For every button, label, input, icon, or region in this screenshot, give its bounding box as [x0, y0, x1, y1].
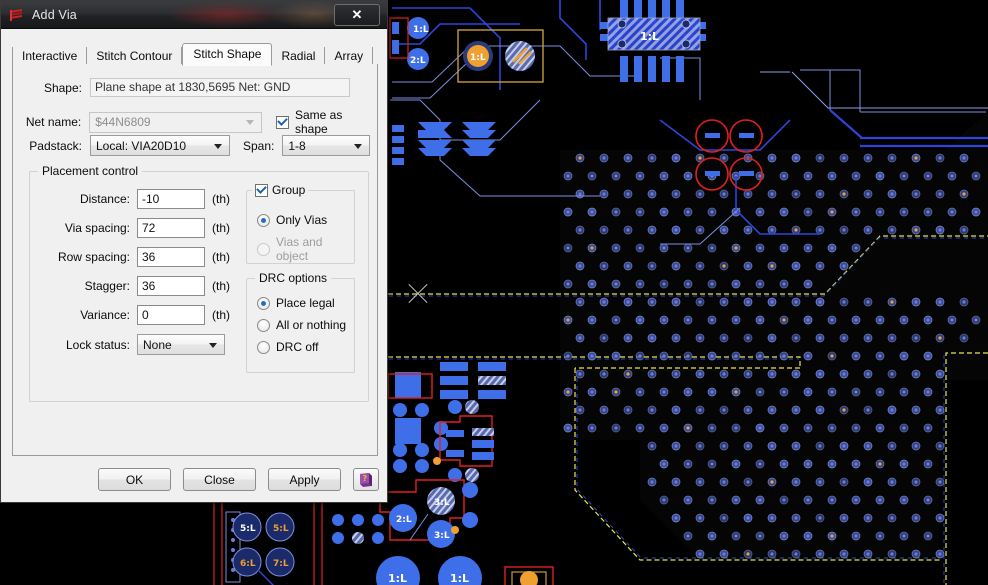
net-name-value: $44N6809 [95, 115, 150, 129]
svg-text:7:L: 7:L [273, 559, 289, 569]
padstack-value: Local: VIA20D10 [96, 139, 186, 153]
variance-input[interactable] [137, 305, 205, 325]
help-book-icon: ? [357, 471, 375, 489]
dialog-body: Interactive Stitch Contour Stitch Shape … [1, 29, 387, 502]
titlebar-glow [166, 1, 286, 28]
distance-input[interactable] [137, 189, 205, 209]
lock-status-combo[interactable]: None [137, 334, 225, 355]
lock-status-value: None [143, 338, 172, 352]
shape-label: Shape: [22, 81, 82, 95]
place-legal-label: Place legal [276, 296, 335, 310]
all-or-nothing-radio[interactable] [257, 319, 270, 332]
svg-text:1:L: 1:L [640, 30, 659, 43]
tab-array[interactable]: Array [325, 47, 373, 65]
svg-text:5:L: 5:L [273, 524, 289, 534]
chevron-down-icon [246, 120, 254, 125]
drc-off-radio[interactable] [257, 341, 270, 354]
place-legal-radio[interactable] [257, 297, 270, 310]
svg-text:?: ? [363, 474, 368, 483]
dialog-footer: OK Close Apply ? [98, 468, 379, 491]
svg-text:6:L: 6:L [240, 559, 256, 569]
drc-options-caption: DRC options [255, 271, 331, 285]
svg-text:1:L: 1:L [388, 572, 407, 585]
option-vias-and-object: Vias and object [257, 235, 354, 263]
group-caption: Group [272, 183, 305, 197]
option-only-vias[interactable]: Only Vias [257, 213, 327, 227]
tab-stitch-contour[interactable]: Stitch Contour [87, 47, 182, 65]
drc-off-label: DRC off [276, 340, 318, 354]
stitch-shape-panel: Shape: Plane shape at 1830,5695 Net: GND… [12, 64, 378, 456]
group-options-group: Group Only Vias Vias and object [246, 190, 355, 264]
span-combo[interactable]: 1-8 [282, 135, 370, 156]
row-spacing-input[interactable] [137, 247, 205, 267]
same-as-shape-checkbox[interactable] [276, 116, 289, 129]
span-label: Span: [243, 139, 274, 153]
span-value: 1-8 [288, 139, 305, 153]
padstack-combo[interactable]: Local: VIA20D10 [90, 135, 230, 156]
apply-button[interactable]: Apply [268, 468, 341, 491]
chevron-down-icon [209, 343, 217, 348]
vias-and-object-label: Vias and object [276, 235, 354, 263]
padstack-label: Padstack: [22, 139, 82, 153]
placement-control-group: Placement control Distance: (th) Via spa… [29, 171, 369, 402]
only-vias-radio[interactable] [257, 214, 270, 227]
svg-text:2:L: 2:L [396, 515, 412, 525]
vias-and-object-radio [257, 243, 270, 256]
via-spacing-label: Via spacing: [30, 221, 130, 235]
variance-unit: (th) [212, 308, 230, 322]
row-spacing-unit: (th) [212, 250, 230, 264]
help-button[interactable]: ? [353, 468, 379, 491]
tab-interactive[interactable]: Interactive [12, 47, 87, 65]
svg-text:3:L: 3:L [434, 498, 450, 508]
svg-text:1:L: 1:L [450, 572, 469, 585]
variance-label: Variance: [30, 308, 130, 322]
add-via-icon [9, 7, 25, 23]
svg-text:3:L: 3:L [434, 531, 450, 541]
tab-radial[interactable]: Radial [272, 47, 325, 65]
dialog-titlebar[interactable]: Add Via ✕ [1, 1, 387, 29]
via-spacing-input[interactable] [137, 218, 205, 238]
svg-text:1:L: 1:L [470, 53, 486, 63]
all-or-nothing-label: All or nothing [276, 318, 346, 332]
same-as-shape-option[interactable]: Same as shape [276, 108, 377, 136]
close-button[interactable]: ✕ [334, 4, 380, 26]
stagger-input[interactable] [137, 276, 205, 296]
net-name-label: Net name: [22, 115, 81, 129]
placement-control-caption: Placement control [38, 164, 142, 178]
lock-status-label: Lock status: [30, 338, 130, 352]
via-spacing-unit: (th) [212, 221, 230, 235]
chevron-down-icon [214, 144, 222, 149]
drc-options-group: DRC options Place legal All or nothing D… [246, 278, 355, 373]
chevron-down-icon [354, 144, 362, 149]
add-via-dialog[interactable]: Add Via ✕ Interactive Stitch Contour Sti… [0, 0, 388, 503]
only-vias-label: Only Vias [276, 213, 327, 227]
group-checkbox[interactable] [255, 184, 268, 197]
shape-value: Plane shape at 1830,5695 Net: GND [90, 78, 350, 97]
stagger-label: Stagger: [30, 279, 130, 293]
close-dialog-button[interactable]: Close [183, 468, 256, 491]
option-drc-off[interactable]: DRC off [257, 340, 318, 354]
option-place-legal[interactable]: Place legal [257, 296, 335, 310]
same-as-shape-label: Same as shape [295, 108, 377, 136]
option-all-or-nothing[interactable]: All or nothing [257, 318, 346, 332]
svg-text:1:L: 1:L [413, 25, 429, 35]
distance-label: Distance: [30, 192, 130, 206]
tab-stitch-shape[interactable]: Stitch Shape [182, 43, 272, 66]
group-caption-wrap[interactable]: Group [252, 183, 308, 197]
stagger-unit: (th) [212, 279, 230, 293]
tab-strip[interactable]: Interactive Stitch Contour Stitch Shape … [12, 45, 378, 65]
row-spacing-label: Row spacing: [30, 250, 130, 264]
svg-text:5:L: 5:L [240, 524, 256, 534]
svg-text:2:L: 2:L [410, 56, 426, 66]
dialog-title: Add Via [32, 8, 77, 22]
distance-unit: (th) [212, 192, 230, 206]
net-name-combo: $44N6809 [89, 112, 262, 133]
ok-button[interactable]: OK [98, 468, 171, 491]
